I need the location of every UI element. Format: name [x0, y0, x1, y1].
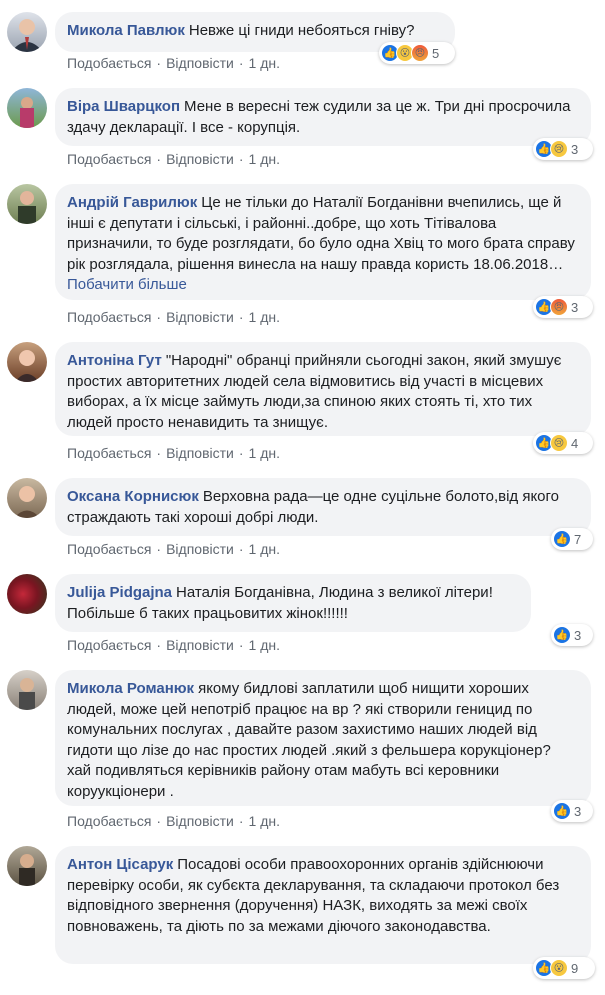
timestamp[interactable]: 1 дн. — [249, 55, 280, 71]
reaction-count: 3 — [571, 299, 579, 315]
reply-link[interactable]: Відповісти — [166, 309, 234, 325]
avatar[interactable] — [7, 846, 47, 886]
timestamp[interactable]: 1 дн. — [249, 309, 280, 325]
timestamp[interactable]: 1 дн. — [249, 445, 280, 461]
comment-bubble: Оксана Корнисюк Верховна рада—це одне суц… — [55, 478, 591, 536]
reaction-count: 4 — [571, 435, 579, 451]
timestamp[interactable]: 1 дн. — [249, 151, 280, 167]
like-link[interactable]: Подобається — [67, 55, 151, 71]
reaction-count: 7 — [574, 531, 582, 547]
avatar[interactable] — [7, 574, 47, 614]
reactions-badge[interactable]: 👍 😢 3 — [533, 138, 593, 160]
avatar[interactable] — [7, 478, 47, 518]
reply-link[interactable]: Відповісти — [166, 151, 234, 167]
author-name[interactable]: Андрій Гаврилюк — [67, 194, 197, 211]
comment-bubble: Віра Шварцкоп Мене в вересні теж судили з… — [55, 88, 591, 146]
reactions-badge[interactable]: 👍 😠 3 — [533, 296, 593, 318]
comment-text: якому бидлові заплатили щоб нищити хорош… — [67, 680, 551, 800]
reactions-badge[interactable]: 👍 😢 4 — [533, 432, 593, 454]
comment-actions: Подобається · Відповісти · 1 дн. — [67, 541, 280, 557]
reaction-count: 5 — [432, 45, 440, 61]
reactions-badge[interactable]: 👍 3 — [551, 800, 593, 822]
comment-text: Невже ці гниди небояться гніву? — [188, 22, 415, 39]
comment-actions: Подобається · Відповісти · 1 дн. — [67, 151, 280, 167]
author-name[interactable]: Микола Павлюк — [67, 22, 185, 39]
like-reaction-icon: 👍 — [553, 802, 571, 820]
comment-actions: Подобається · Відповісти · 1 дн. — [67, 637, 280, 653]
see-more-link[interactable]: Побачити більше — [67, 276, 187, 293]
reactions-badge[interactable]: 👍 😮 😠 5 — [379, 42, 455, 64]
comment-actions: Подобається · Відповісти · 1 дн. — [67, 309, 280, 325]
author-name[interactable]: Микола Романюк — [67, 680, 194, 697]
comment-actions: Подобається · Відповісти · 1 дн. — [67, 55, 280, 71]
comment-actions: Подобається · Відповісти · 1 дн. — [67, 445, 280, 461]
author-name[interactable]: Julija Pidgajna — [67, 584, 172, 601]
sad-reaction-icon: 😢 — [550, 434, 568, 452]
comment-bubble: Julija Pidgajna Наталія Богданівна, Людин… — [55, 574, 531, 632]
reply-link[interactable]: Відповісти — [166, 813, 234, 829]
reply-link[interactable]: Відповісти — [166, 55, 234, 71]
comment-bubble: Микола Романюк якому бидлові заплатили що… — [55, 670, 591, 806]
reply-link[interactable]: Відповісти — [166, 445, 234, 461]
timestamp[interactable]: 1 дн. — [249, 813, 280, 829]
comment-actions: Подобається · Відповісти · 1 дн. — [67, 813, 280, 829]
reply-link[interactable]: Відповісти — [166, 541, 234, 557]
reaction-count: 9 — [571, 960, 579, 976]
avatar[interactable] — [7, 88, 47, 128]
angry-reaction-icon: 😠 — [550, 298, 568, 316]
like-reaction-icon: 👍 — [553, 530, 571, 548]
sad-reaction-icon: 😢 — [550, 140, 568, 158]
like-link[interactable]: Подобається — [67, 813, 151, 829]
reaction-count: 3 — [571, 141, 579, 157]
avatar[interactable] — [7, 184, 47, 224]
angry-reaction-icon: 😠 — [411, 44, 429, 62]
comment-bubble: Андрій Гаврилюк Це не тільки до Наталії Б… — [55, 184, 591, 300]
reaction-count: 3 — [574, 803, 582, 819]
timestamp[interactable]: 1 дн. — [249, 541, 280, 557]
reaction-count: 3 — [574, 627, 582, 643]
author-name[interactable]: Антон Цісарук — [67, 856, 173, 873]
author-name[interactable]: Оксана Корнисюк — [67, 488, 199, 505]
reply-link[interactable]: Відповісти — [166, 637, 234, 653]
avatar[interactable] — [7, 670, 47, 710]
avatar[interactable] — [7, 12, 47, 52]
comment-bubble: Антон Цісарук Посадові особи правоохоронн… — [55, 846, 591, 964]
like-link[interactable]: Подобається — [67, 151, 151, 167]
reactions-badge[interactable]: 👍 3 — [551, 624, 593, 646]
wow-reaction-icon: 😮 — [550, 959, 568, 977]
timestamp[interactable]: 1 дн. — [249, 637, 280, 653]
comment-bubble: Антоніна Гут "Народні" обранці прийняли с… — [55, 342, 591, 436]
reactions-badge[interactable]: 👍 7 — [551, 528, 593, 550]
like-link[interactable]: Подобається — [67, 309, 151, 325]
author-name[interactable]: Антоніна Гут — [67, 352, 162, 369]
author-name[interactable]: Віра Шварцкоп — [67, 98, 180, 115]
like-link[interactable]: Подобається — [67, 445, 151, 461]
like-link[interactable]: Подобається — [67, 541, 151, 557]
like-reaction-icon: 👍 — [553, 626, 571, 644]
avatar[interactable] — [7, 342, 47, 382]
reactions-badge[interactable]: 👍 😮 9 — [533, 957, 595, 979]
like-link[interactable]: Подобається — [67, 637, 151, 653]
